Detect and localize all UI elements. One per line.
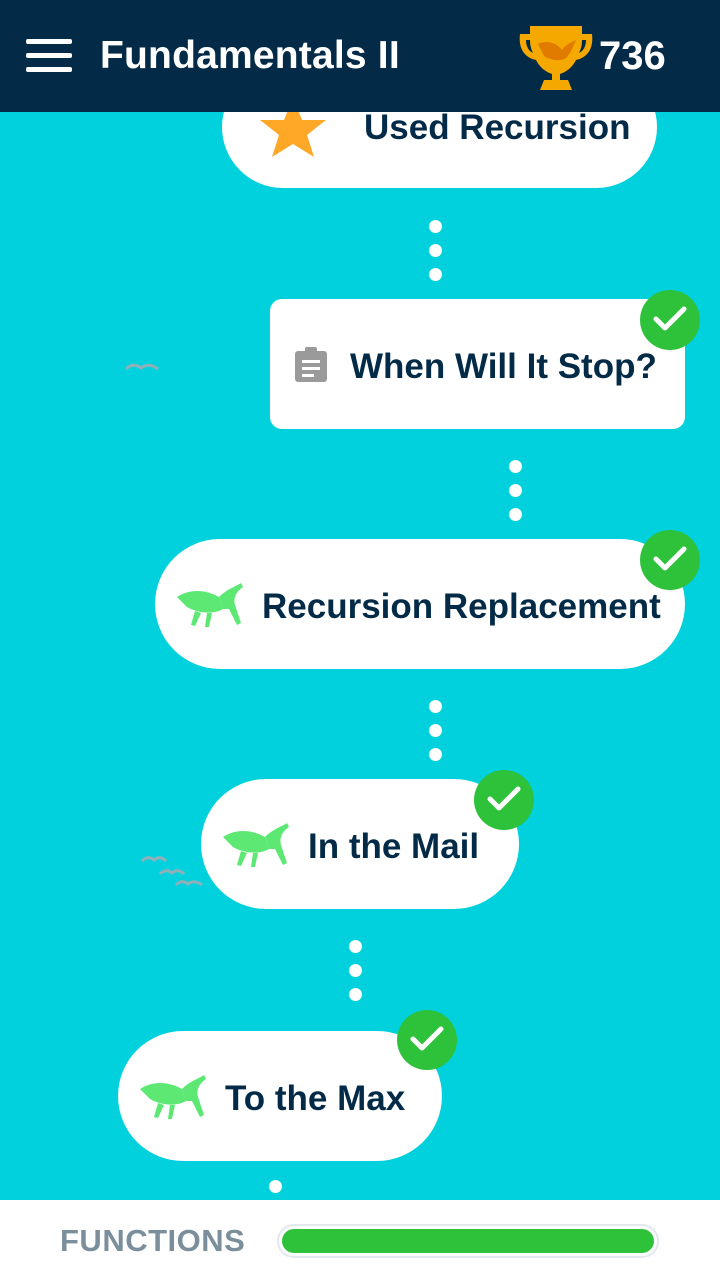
course-title: Fundamentals II	[100, 34, 400, 77]
completed-check-icon	[640, 290, 700, 350]
path-connector	[429, 700, 443, 761]
path-item-label: In the Mail	[308, 827, 480, 866]
hamburger-menu-icon[interactable]	[26, 39, 74, 73]
completed-check-icon	[397, 1010, 457, 1070]
progress-fill	[282, 1229, 654, 1253]
path-item-when-will-it-stop[interactable]: When Will It Stop?	[270, 299, 685, 429]
grasshopper-icon	[140, 1075, 206, 1119]
path-connector	[509, 460, 523, 521]
path-item-in-the-mail[interactable]: In the Mail	[201, 779, 519, 909]
section-label: FUNCTIONS	[60, 1223, 246, 1258]
section-progress-bar[interactable]: FUNCTIONS	[0, 1200, 720, 1280]
path-item-to-the-max[interactable]: To the Max	[118, 1031, 442, 1161]
path-item-label: When Will It Stop?	[350, 347, 657, 386]
bird-icon	[124, 363, 159, 371]
path-item-recursion-replacement[interactable]: Recursion Replacement	[155, 539, 685, 669]
completed-check-icon	[640, 530, 700, 590]
path-connector	[349, 940, 363, 1001]
path-item-label: Recursion Replacement	[262, 587, 661, 626]
path-connector	[429, 220, 443, 281]
grasshopper-icon	[177, 583, 243, 627]
path-connector	[269, 1180, 283, 1200]
clipboard-icon	[295, 347, 327, 382]
grasshopper-icon	[223, 823, 289, 867]
path-item-label: Used Recursion	[364, 108, 631, 147]
bird-flock-icon	[140, 856, 203, 887]
path-item-label: To the Max	[225, 1079, 406, 1118]
top-app-bar: Fundamentals II 736	[0, 0, 720, 112]
completed-check-icon	[474, 770, 534, 830]
score-counter: 736	[599, 34, 666, 78]
trophy-icon[interactable]	[516, 20, 596, 94]
progress-track	[277, 1224, 659, 1258]
